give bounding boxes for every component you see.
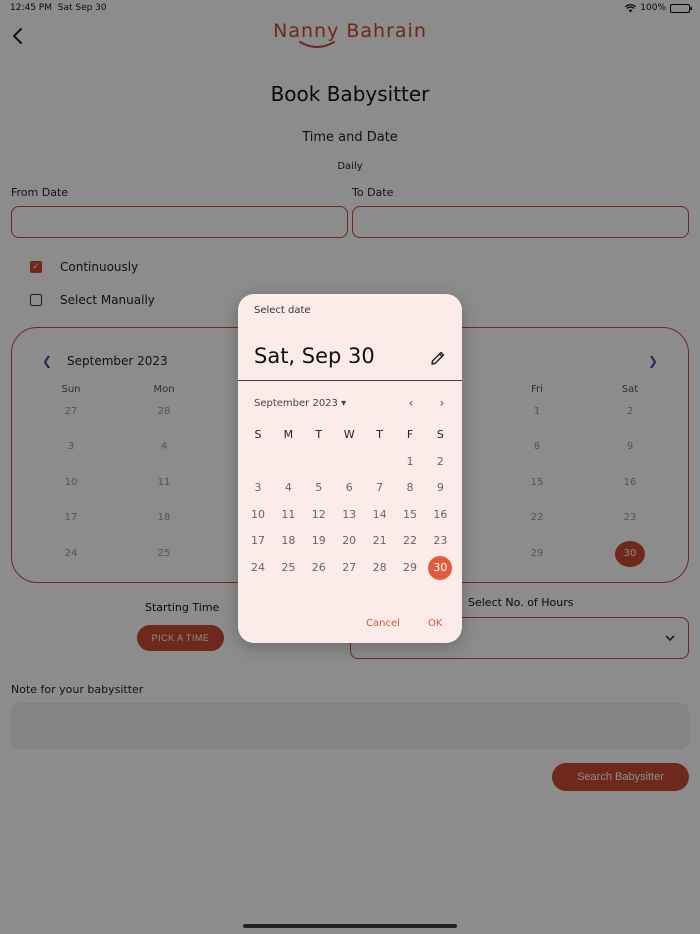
dialog-day[interactable]: 19 [307,529,331,553]
dialog-day[interactable]: 4 [276,476,300,500]
dialog-day[interactable]: 24 [246,556,270,580]
dialog-day[interactable]: 6 [337,476,361,500]
dialog-day[interactable]: 11 [276,503,300,527]
dialog-day[interactable]: 25 [276,556,300,580]
dialog-weekday: S [254,428,262,441]
dialog-weekday: M [283,428,294,441]
dialog-day[interactable]: 18 [276,529,300,553]
dropdown-arrow-icon: ▾ [341,398,347,409]
home-indicator [243,924,457,928]
dialog-weekday: W [343,428,355,441]
dialog-day[interactable]: 27 [337,556,361,580]
dialog-day[interactable]: 3 [246,476,270,500]
dialog-day[interactable]: 21 [368,529,392,553]
dialog-prev-month-icon[interactable]: ‹ [404,396,418,410]
dialog-cancel-button[interactable]: Cancel [366,618,400,629]
dialog-day[interactable]: 9 [428,476,452,500]
dialog-day[interactable]: 2 [428,450,452,474]
dialog-day[interactable]: 16 [428,503,452,527]
dialog-weekday: T [315,428,323,441]
dialog-day[interactable]: 12 [307,503,331,527]
dialog-weekday: F [406,428,414,441]
dialog-day[interactable]: 8 [398,476,422,500]
dialog-divider [238,380,462,381]
dialog-weekday: S [436,428,444,441]
dialog-header: Select date [254,305,311,316]
dialog-selected-date: Sat, Sep 30 [254,344,375,368]
dialog-day[interactable]: 22 [398,529,422,553]
dialog-ok-button[interactable]: OK [428,618,442,629]
dialog-day[interactable]: 5 [307,476,331,500]
dialog-next-month-icon[interactable]: › [435,396,449,410]
dialog-weekday: T [376,428,383,441]
dialog-day[interactable]: 10 [246,503,270,527]
dialog-day[interactable]: 23 [428,529,452,553]
dialog-day[interactable]: 28 [368,556,392,580]
date-picker-dialog: Select date Sat, Sep 30 September 2023 ▾… [238,294,462,643]
dialog-day[interactable]: 14 [368,503,392,527]
dialog-day[interactable]: 13 [337,503,361,527]
dialog-day[interactable]: 15 [398,503,422,527]
dialog-day[interactable]: 20 [337,529,361,553]
dialog-day[interactable]: 17 [246,529,270,553]
dialog-month-selector[interactable]: September 2023 ▾ [254,398,346,409]
dialog-day[interactable]: 7 [368,476,392,500]
dialog-day[interactable]: 26 [307,556,331,580]
edit-icon[interactable] [430,350,446,366]
dialog-day[interactable]: 1 [398,450,422,474]
dialog-day[interactable]: 29 [398,556,422,580]
dialog-day[interactable]: 30 [428,556,453,580]
